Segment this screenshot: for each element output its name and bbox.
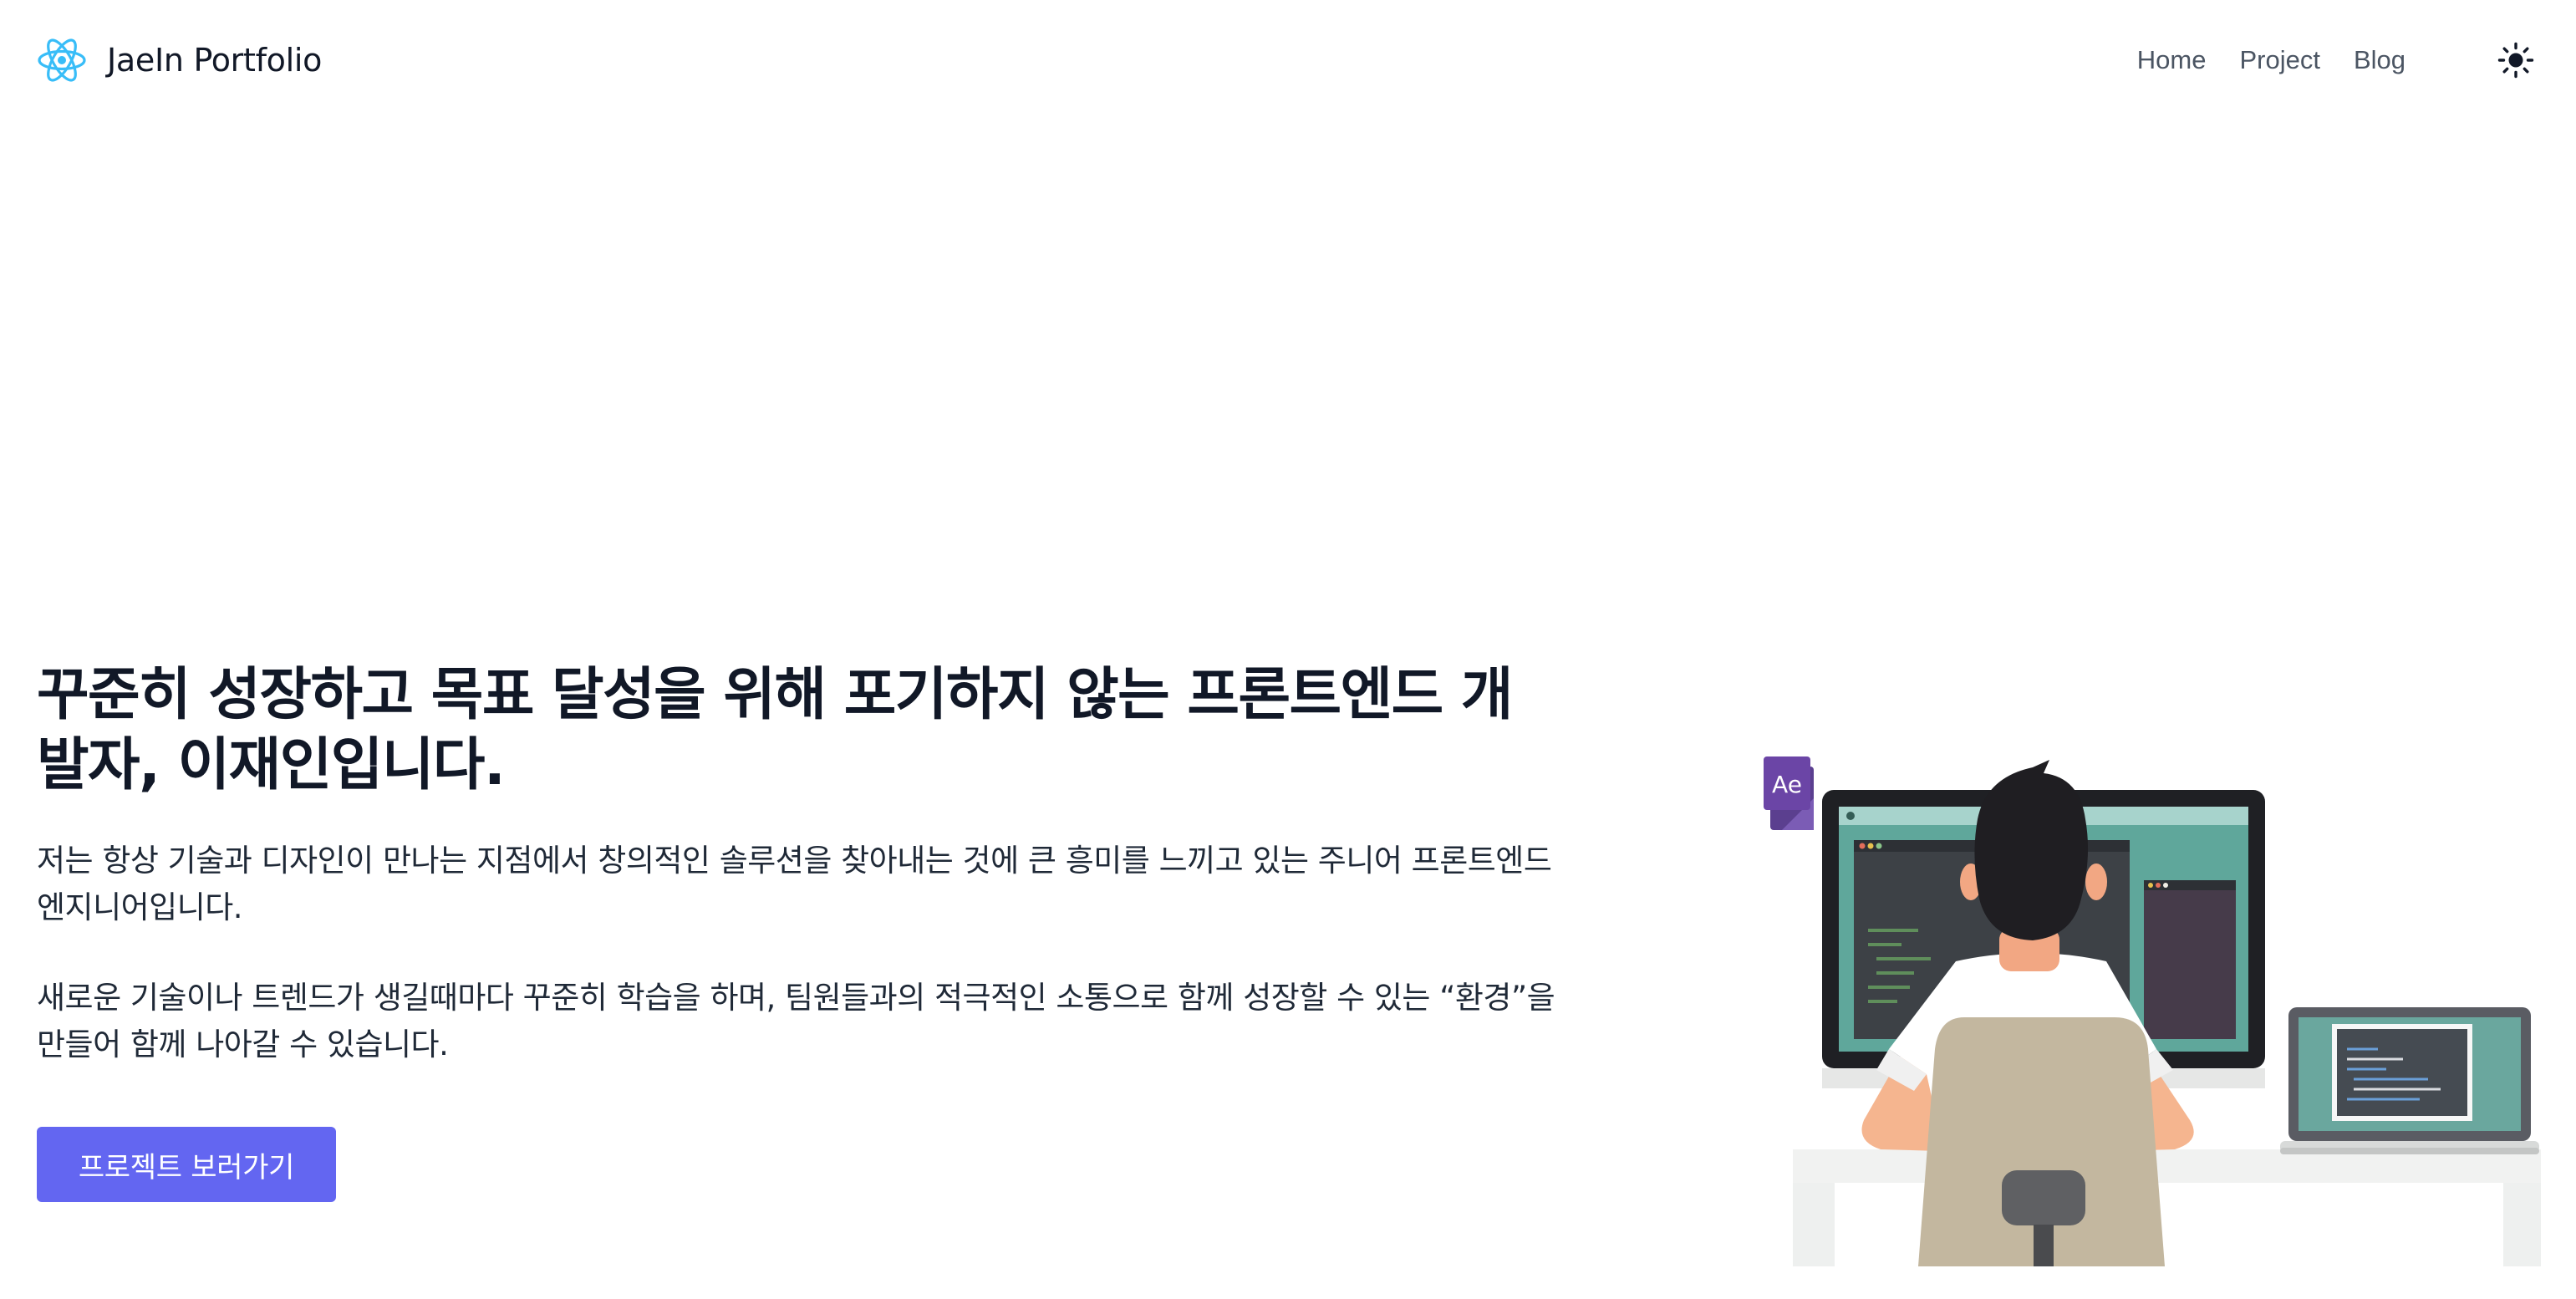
ae-badge-text: Ae [1772,771,1802,798]
developer-at-desk-illustration: Ae [1764,756,2541,1266]
hero-intro-paragraph: 저는 항상 기술과 디자인이 만나는 지점에서 창의적인 솔루션을 찾아내는 것… [37,843,1552,925]
nav-home[interactable]: Home [2137,45,2207,75]
hero-growth-paragraph: 새로운 기술이나 트렌드가 생길때마다 꾸준히 학습을 하며, 팀원들과의 적극… [37,980,1555,1062]
main-nav: Home Project Blog [2137,37,2539,84]
react-atom-icon [37,35,87,85]
site-header: JaeIn Portfolio Home Project Blog [0,0,2576,120]
brand-link[interactable]: JaeIn Portfolio [37,35,322,85]
hero-title: 꾸준히 성장하고 목표 달성을 위해 포기하지 않는 프론트엔드 개발자, 이재… [37,662,1513,798]
brand-title: JaeIn Portfolio [107,42,323,79]
hero-section: 꾸준히 성장하고 목표 달성을 위해 포기하지 않는 프론트엔드 개발자, 이재… [37,660,1558,1202]
sun-icon [2497,42,2534,79]
view-projects-button[interactable]: 프로젝트 보러가기 [37,1127,336,1202]
nav-project[interactable]: Project [2239,45,2319,75]
nav-blog[interactable]: Blog [2354,45,2405,75]
theme-toggle-button[interactable] [2492,37,2539,84]
